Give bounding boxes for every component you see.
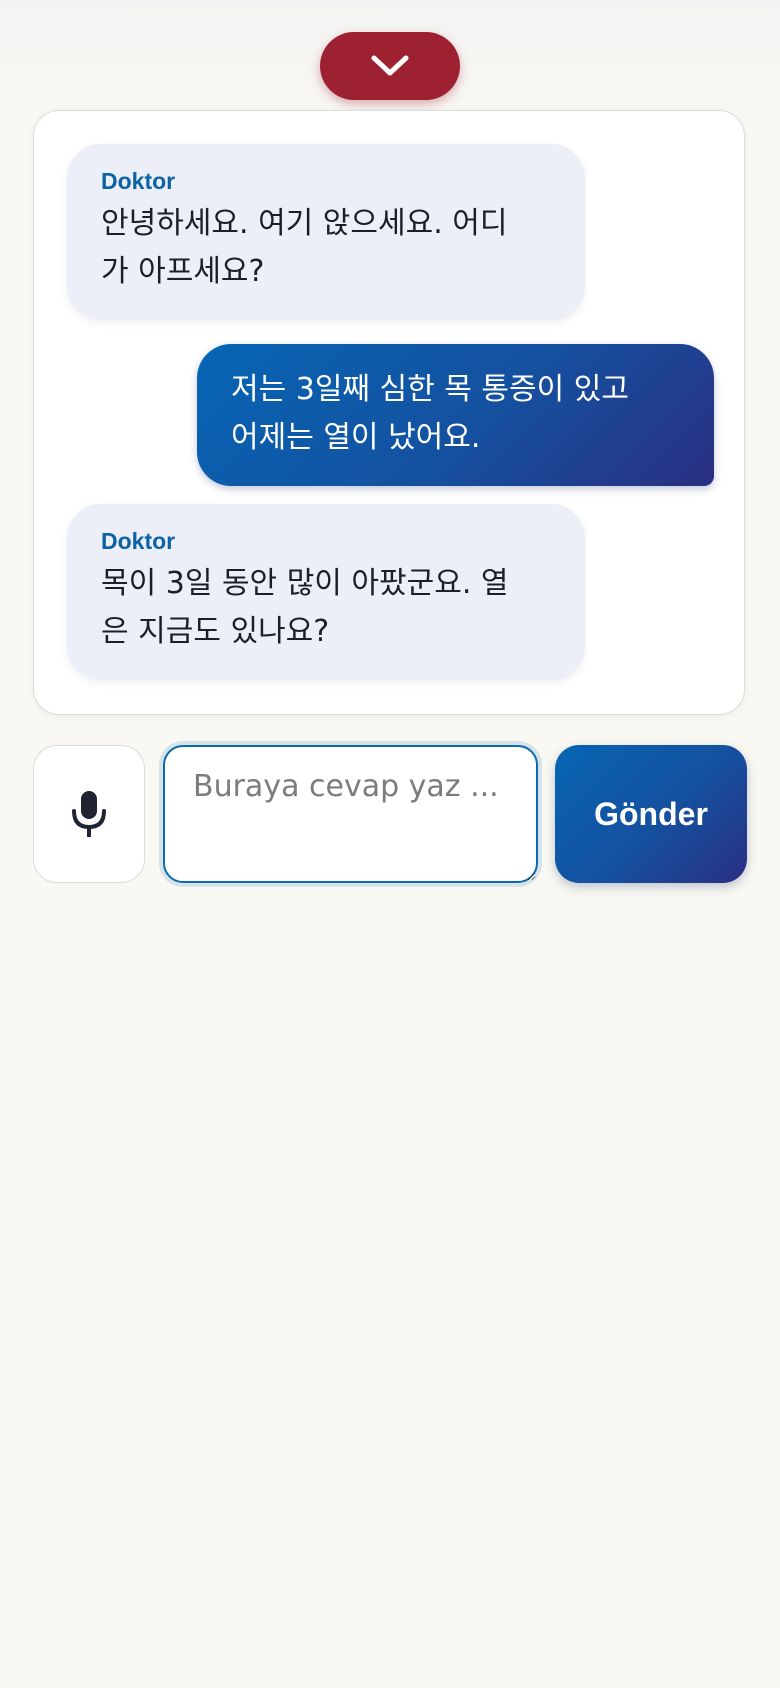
microphone-icon: [72, 791, 106, 837]
microphone-button[interactable]: [33, 745, 145, 883]
collapse-chat-button[interactable]: [320, 32, 460, 100]
message-line: 가 아프세요?: [101, 254, 265, 289]
message-text: 안녕하세요. 여기 앉으세요. 어디 가 아프세요?: [101, 200, 551, 296]
send-button[interactable]: Gönder: [555, 745, 747, 883]
message-sender: Doktor: [101, 528, 176, 554]
message-bubble-doctor: Doktor 안녕하세요. 여기 앉으세요. 어디 가 아프세요?: [67, 144, 585, 320]
message-line: 목이 3일 동안 많이 아팠군요. 열: [101, 566, 509, 601]
message-line: 저는 3일째 심한 목 통증이 있고: [231, 372, 629, 407]
message-text: 목이 3일 동안 많이 아팠군요. 열 은 지금도 있나요?: [101, 560, 551, 656]
message-line: 안녕하세요. 여기 앉으세요. 어디: [101, 206, 508, 241]
message-sender: Doktor: [101, 168, 176, 194]
chat-panel: Doktor 안녕하세요. 여기 앉으세요. 어디 가 아프세요? 저는 3일째…: [33, 110, 745, 715]
message-bubble-doctor: Doktor 목이 3일 동안 많이 아팠군요. 열 은 지금도 있나요?: [67, 504, 585, 680]
message-text: 저는 3일째 심한 목 통증이 있고 어제는 열이 났어요.: [231, 366, 680, 462]
message-bubble-user: 저는 3일째 심한 목 통증이 있고 어제는 열이 났어요.: [197, 344, 714, 486]
chevron-down-icon: [371, 55, 409, 76]
answer-input[interactable]: [163, 745, 538, 883]
message-line: 어제는 열이 났어요.: [231, 420, 481, 455]
message-line: 은 지금도 있나요?: [101, 614, 330, 649]
